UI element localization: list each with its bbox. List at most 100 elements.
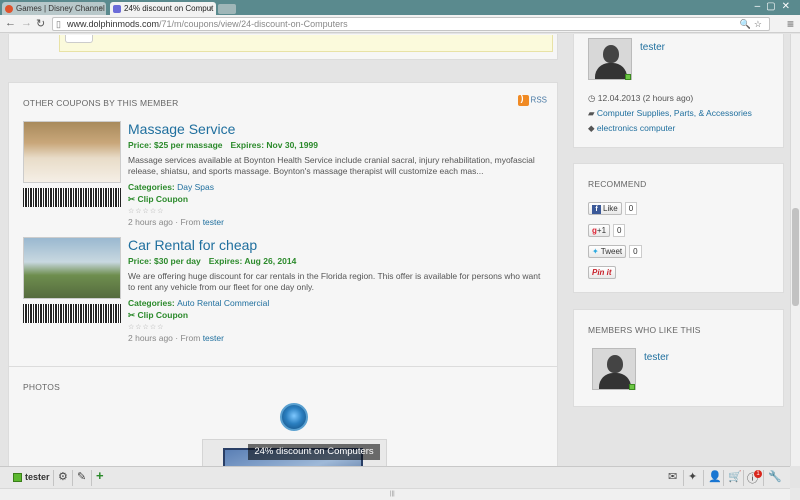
section-title: OTHER COUPONS BY THIS MEMBER bbox=[23, 98, 179, 108]
coupon-meta: Price: $30 per day Expires: Aug 26, 2014 bbox=[128, 256, 548, 266]
rss-icon bbox=[517, 93, 529, 106]
author-link[interactable]: tester bbox=[203, 217, 224, 227]
folder-icon: ▰ bbox=[588, 108, 595, 118]
post-date: ◷ 12.04.2013 (2 hours ago) bbox=[588, 93, 693, 104]
scissors-icon: ✂ bbox=[128, 194, 136, 204]
divider bbox=[763, 470, 764, 486]
owner-panel: tester ◷ 12.04.2013 (2 hours ago) ▰ Comp… bbox=[573, 34, 784, 148]
member-name[interactable]: tester bbox=[644, 352, 669, 363]
barcode bbox=[23, 188, 121, 207]
horizontal-scrollbar[interactable]: ||| bbox=[0, 488, 790, 500]
coupon-title[interactable]: Car Rental for cheap bbox=[128, 237, 548, 253]
bottom-toolbar: tester ⚙ ✎ + ✉ ✦ 👤 🛒 ⓘ 1 🔧 bbox=[0, 466, 790, 488]
rating-stars[interactable]: ☆☆☆☆☆ bbox=[128, 207, 548, 215]
clip-coupon-button[interactable]: ✂ Clip Coupon bbox=[128, 194, 548, 205]
tab-close-icon[interactable]: × bbox=[98, 2, 103, 15]
photo-avatar-icon[interactable] bbox=[280, 403, 308, 431]
google-plus: g+1 0 bbox=[588, 224, 626, 237]
mail-icon[interactable]: ✉ bbox=[668, 470, 677, 483]
coupon-price: Price: $30 per day bbox=[128, 256, 201, 266]
categories-label: Categories: bbox=[128, 298, 175, 308]
browser-tab-coupon[interactable]: 24% discount on Comput × bbox=[110, 2, 216, 15]
divider bbox=[683, 470, 684, 486]
section-title: MEMBERS WHO LIKE THIS bbox=[588, 325, 701, 335]
author-link[interactable]: tester bbox=[203, 333, 224, 343]
cart-icon[interactable]: 🛒 bbox=[728, 470, 742, 483]
rss-link[interactable]: RSS bbox=[517, 93, 547, 106]
category-link[interactable]: Auto Rental Commercial bbox=[177, 298, 269, 308]
divider bbox=[91, 470, 92, 486]
gplus-count: 0 bbox=[613, 224, 626, 237]
rss-label: RSS bbox=[530, 95, 547, 105]
scrollbar-thumb[interactable] bbox=[792, 208, 799, 306]
divider bbox=[53, 470, 54, 486]
online-status-icon bbox=[625, 74, 631, 80]
menu-icon[interactable]: ≡ bbox=[787, 17, 794, 31]
post-tags: ◆ electronics computer bbox=[588, 123, 675, 134]
reload-icon[interactable]: ↻ bbox=[36, 17, 45, 30]
browser-tab-bar: Games | Disney Channel T × 24% discount … bbox=[0, 0, 800, 15]
pinterest: Pin it bbox=[588, 266, 616, 279]
user-icon[interactable]: 👤 bbox=[708, 470, 722, 483]
owner-name[interactable]: tester bbox=[640, 42, 665, 53]
coupon-thumbnail[interactable] bbox=[23, 121, 121, 183]
browser-tab-disney[interactable]: Games | Disney Channel T × bbox=[2, 2, 106, 15]
coupon-description: We are offering huge discount for car re… bbox=[128, 271, 541, 292]
from-label: From bbox=[180, 333, 201, 343]
section-title: PHOTOS bbox=[23, 382, 60, 392]
facebook-like-button[interactable]: f Like bbox=[588, 202, 622, 215]
clip-coupon-button[interactable]: ✂ Clip Coupon bbox=[128, 310, 548, 321]
add-icon[interactable]: + bbox=[96, 468, 104, 483]
edit-icon[interactable]: ✎ bbox=[77, 470, 86, 483]
clip-label: Clip Coupon bbox=[137, 194, 189, 204]
coupon-description: Massage services available at Boynton He… bbox=[128, 155, 535, 176]
like-count: 0 bbox=[624, 202, 638, 215]
gear-icon[interactable]: ⚙ bbox=[58, 470, 68, 483]
twitter-icon[interactable]: ✦ bbox=[688, 470, 697, 483]
notification-badge: 1 bbox=[754, 470, 762, 478]
coupon-title[interactable]: Massage Service bbox=[128, 121, 548, 137]
clip-label: Clip Coupon bbox=[137, 310, 189, 320]
category-link[interactable]: Day Spas bbox=[177, 182, 214, 192]
new-tab-button[interactable] bbox=[218, 4, 236, 14]
page-icon: ▯ bbox=[56, 19, 61, 29]
category-link[interactable]: Computer Supplies, Parts, & Accessories bbox=[597, 108, 752, 118]
likes-panel: MEMBERS WHO LIKE THIS tester bbox=[573, 309, 784, 407]
wrench-icon[interactable]: 🔧 bbox=[768, 470, 782, 483]
section-title: RECOMMEND bbox=[588, 179, 647, 189]
time-ago: 2 hours ago bbox=[128, 217, 173, 227]
gplus-button[interactable]: g+1 bbox=[588, 224, 611, 237]
tweet-button[interactable]: ✦ Tweet bbox=[588, 245, 627, 258]
tab-close-icon[interactable]: × bbox=[208, 2, 213, 15]
coupon-expires: Expires: Aug 26, 2014 bbox=[208, 256, 297, 266]
coupon-thumbnail[interactable] bbox=[23, 237, 121, 299]
divider bbox=[72, 470, 73, 486]
photos-panel: PHOTOS 24% discount on Computers bbox=[8, 366, 558, 466]
twitter-icon: ✦ bbox=[592, 247, 599, 256]
pinit-button[interactable]: Pin it bbox=[588, 266, 616, 279]
window-controls[interactable]: –▢✕ bbox=[755, 1, 796, 12]
from-label: From bbox=[180, 217, 201, 227]
back-icon[interactable]: ← bbox=[5, 17, 16, 29]
post-category: ▰ Computer Supplies, Parts, & Accessorie… bbox=[588, 108, 752, 119]
tweet: ✦ Tweet 0 bbox=[588, 245, 642, 258]
address-bar[interactable]: ▯ www.dolphinmods.com/71/m/coupons/view/… bbox=[52, 17, 770, 31]
disney-favicon-icon bbox=[5, 5, 13, 13]
bottom-username[interactable]: tester bbox=[25, 472, 50, 482]
vertical-scrollbar[interactable] bbox=[790, 34, 800, 466]
rating-stars[interactable]: ☆☆☆☆☆ bbox=[128, 323, 548, 331]
scissors-icon: ✂ bbox=[128, 310, 136, 320]
forward-icon[interactable]: → bbox=[21, 17, 32, 29]
tweet-count: 0 bbox=[629, 245, 642, 258]
scrollbar-grip-icon[interactable]: ||| bbox=[390, 491, 400, 497]
tab-title: Games | Disney Channel T bbox=[16, 4, 106, 13]
coupon-meta: Price: $25 per massage Expires: Nov 30, 1… bbox=[128, 140, 548, 150]
coupon-time: 2 hours ago · From tester bbox=[128, 217, 224, 227]
other-coupons-panel: OTHER COUPONS BY THIS MEMBER RSS Massage… bbox=[8, 82, 558, 384]
zoom-star-icons[interactable]: 🔍☆ bbox=[740, 18, 765, 30]
tags-link[interactable]: electronics computer bbox=[597, 123, 675, 133]
coupon-categories: Categories: Auto Rental Commercial bbox=[128, 298, 548, 308]
coupon-detail-panel bbox=[8, 34, 558, 60]
notice-button[interactable] bbox=[65, 35, 93, 43]
page-content: OTHER COUPONS BY THIS MEMBER RSS Massage… bbox=[0, 34, 790, 466]
